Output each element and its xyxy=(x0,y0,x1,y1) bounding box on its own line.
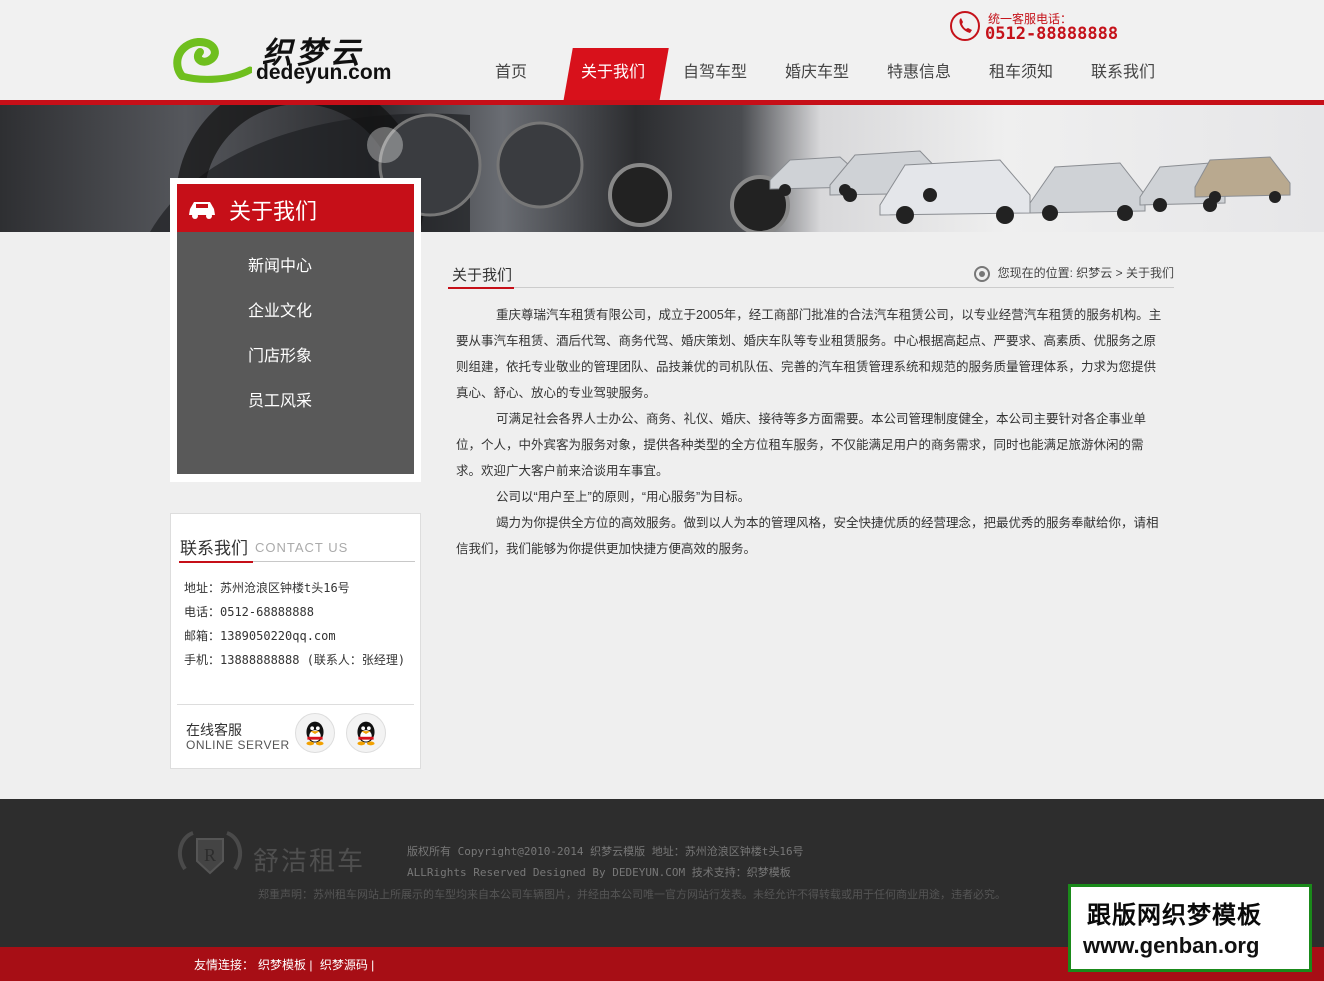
nav-item-contact[interactable]: 联系我们 xyxy=(1072,48,1174,102)
breadcrumb-text: 您现在的位置: 织梦云 > 关于我们 xyxy=(997,266,1174,280)
nav-item-home[interactable]: 首页 xyxy=(460,48,562,102)
car-icon xyxy=(189,202,215,219)
qq-chat-icon[interactable] xyxy=(295,713,335,753)
contact-subtitle: CONTACT US xyxy=(255,540,349,555)
contact-tel: 电话：0512-68888888 xyxy=(184,605,314,619)
nav-item-self-drive[interactable]: 自驾车型 xyxy=(664,48,766,102)
watermark-line1: 跟版网织梦模板 xyxy=(1087,902,1262,929)
article-paragraph: 公司以“用户至上”的原则，“用心服务”为目标。 xyxy=(496,490,751,504)
article-paragraph: 重庆尊瑞汽车租赁有限公司，成立于2005年，经工商部门批准的合法汽车租赁公司，以… xyxy=(456,308,1162,400)
friend-link[interactable]: 织梦模板 xyxy=(258,958,306,972)
watermark-line2: www.genban.org xyxy=(1083,933,1260,958)
svg-text:R: R xyxy=(204,845,216,865)
page-title: 关于我们 xyxy=(452,267,513,284)
sidebar-item-staff[interactable]: 员工风采 xyxy=(177,387,414,432)
sidebar-item-culture[interactable]: 企业文化 xyxy=(177,297,414,342)
contact-details: 地址：苏州沧浪区钟楼t头16号 电话：0512-68888888 邮箱：1389… xyxy=(184,576,405,672)
page-title-underline xyxy=(448,287,514,289)
contact-box: 联系我们 CONTACT US 地址：苏州沧浪区钟楼t头16号 电话：0512-… xyxy=(170,513,421,769)
article-paragraph: 竭力为你提供全方位的高效服务。做到以人为本的管理风格，安全快捷优质的经营理念，把… xyxy=(456,516,1159,556)
qq-chat-icon[interactable] xyxy=(346,713,386,753)
link-separator: | xyxy=(306,958,316,972)
footer-brand: 舒洁租车 xyxy=(253,846,366,876)
footer-emblem-icon: R xyxy=(177,831,243,875)
online-service-label-en: ONLINE SERVER xyxy=(186,738,290,752)
contact-header: 联系我们 CONTACT US xyxy=(179,532,415,563)
location-icon xyxy=(973,265,990,282)
contact-title-underline xyxy=(179,561,253,563)
nav-item-about[interactable]: 关于我们 xyxy=(562,48,669,102)
sidebar-list: 新闻中心 企业文化 门店形象 员工风采 xyxy=(177,232,414,474)
designed-by-line: ALLRights Reserved Designed By DEDEYUN.C… xyxy=(407,866,791,879)
watermark-badge: 跟版网织梦模板 www.genban.org xyxy=(1068,884,1312,972)
copyright-line: 版权所有 Copyright@2010-2014 织梦云模版 地址：苏州沧浪区钟… xyxy=(407,845,804,858)
footer-logo: R 舒洁租车 xyxy=(175,829,395,885)
sidebar-item-news[interactable]: 新闻中心 xyxy=(177,252,414,297)
online-service-label: 在线客服 xyxy=(186,722,242,738)
link-separator: | xyxy=(367,958,375,972)
sidebar-title: 关于我们 xyxy=(229,199,318,224)
sidebar-header: 关于我们 xyxy=(177,184,414,232)
friend-links: 友情连接： 织梦模板 | 织梦源码 | xyxy=(194,956,378,973)
contact-title: 联系我们 xyxy=(180,539,248,558)
hotline-number: 0512-88888888 xyxy=(985,24,1119,44)
contact-mobile: 手机：13888888888 (联系人：张经理) xyxy=(184,653,406,667)
logo-text-en: dedeyun.com xyxy=(256,61,392,84)
main-content: 关于我们 您现在的位置: 织梦云 > 关于我们 重庆尊瑞汽车租赁有限公司，成立于… xyxy=(448,258,1174,556)
nav-item-rental-notice[interactable]: 租车须知 xyxy=(970,48,1072,102)
friend-link[interactable]: 织梦源码 xyxy=(320,958,368,972)
friend-links-label: 友情连接： xyxy=(194,958,255,972)
sidebar-menu: 关于我们 新闻中心 企业文化 门店形象 员工风采 xyxy=(170,178,421,482)
article-paragraph: 可满足社会各界人士办公、商务、礼仪、婚庆、接待等多方面需要。本公司管理制度健全，… xyxy=(456,412,1147,478)
site-logo[interactable]: 织梦云 dedeyun.com xyxy=(172,28,397,88)
logo-swirl-icon xyxy=(173,38,252,83)
contact-email: 邮箱：1389050220qq.com xyxy=(184,629,336,643)
content-title-bar: 关于我们 您现在的位置: 织梦云 > 关于我们 xyxy=(448,258,1174,289)
hotline: 统一客服电话： 0512-88888888 xyxy=(950,10,1150,46)
nav-item-offers[interactable]: 特惠信息 xyxy=(868,48,970,102)
contact-divider xyxy=(177,704,414,705)
article-body: 重庆尊瑞汽车租赁有限公司，成立于2005年，经工商部门批准的合法汽车租赁公司，以… xyxy=(456,302,1166,562)
breadcrumb: 您现在的位置: 织梦云 > 关于我们 xyxy=(973,264,1174,282)
main-nav: 首页 关于我们 自驾车型 婚庆车型 特惠信息 租车须知 联系我们 xyxy=(460,48,1180,102)
sidebar-item-stores[interactable]: 门店形象 xyxy=(177,342,414,387)
footer-copyright: 版权所有 Copyright@2010-2014 织梦云模版 地址：苏州沧浪区钟… xyxy=(407,841,804,883)
phone-icon xyxy=(950,11,980,41)
nav-item-wedding[interactable]: 婚庆车型 xyxy=(766,48,868,102)
site-header: 织梦云 dedeyun.com 统一客服电话： 0512-88888888 首页… xyxy=(0,0,1324,104)
footer-notice: 郑重声明：苏州租车网站上所展示的车型均来自本公司车辆图片，并经由本公司唯一官方网… xyxy=(258,889,1006,901)
contact-address: 地址：苏州沧浪区钟楼t头16号 xyxy=(184,581,350,595)
